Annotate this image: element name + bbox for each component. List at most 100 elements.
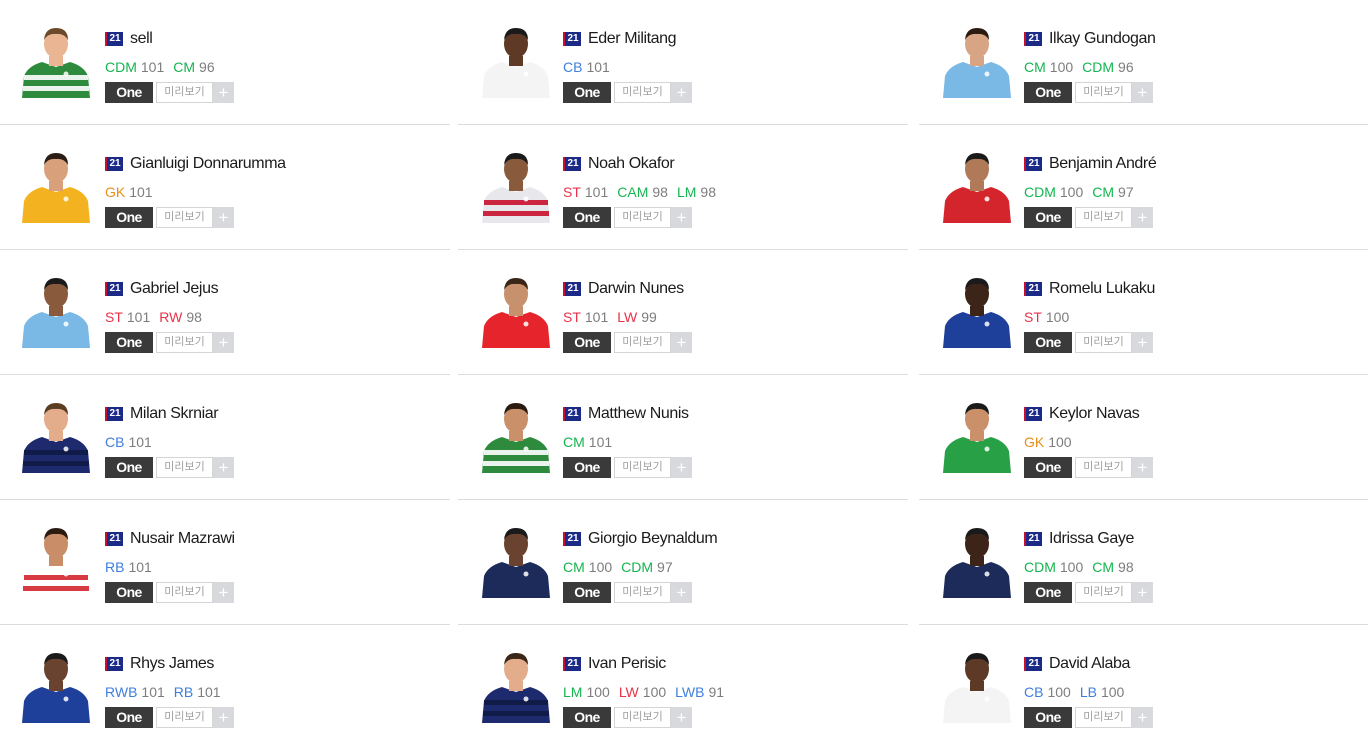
player-card: 21 Gabriel Jejus ST 101 RW 98 One 미리보기 + [0, 250, 450, 375]
preview-button[interactable]: 미리보기 [156, 582, 213, 603]
preview-button[interactable]: 미리보기 [156, 707, 213, 728]
add-button[interactable]: + [671, 82, 692, 103]
player-info: 21 Milan Skrniar CB 101 One 미리보기 + [105, 403, 234, 478]
one-button[interactable]: One [1024, 82, 1072, 103]
player-photo[interactable] [939, 20, 1015, 98]
player-name[interactable]: Rhys James [130, 655, 214, 673]
add-button[interactable]: + [1132, 332, 1153, 353]
player-name[interactable]: Gabriel Jejus [130, 280, 219, 298]
one-button[interactable]: One [105, 207, 153, 228]
player-info: 21 Eder Militang CB 101 One 미리보기 + [563, 28, 692, 103]
add-button[interactable]: + [671, 582, 692, 603]
player-name[interactable]: Idrissa Gaye [1049, 530, 1134, 548]
one-button[interactable]: One [563, 332, 611, 353]
one-button[interactable]: One [563, 207, 611, 228]
player-photo[interactable] [18, 20, 94, 98]
one-button[interactable]: One [105, 457, 153, 478]
preview-button[interactable]: 미리보기 [1075, 82, 1132, 103]
add-button[interactable]: + [1132, 207, 1153, 228]
player-photo[interactable] [18, 395, 94, 473]
add-button[interactable]: + [671, 707, 692, 728]
overall-rating: 100 [588, 559, 613, 575]
player-name[interactable]: Matthew Nunis [588, 405, 689, 423]
preview-button[interactable]: 미리보기 [614, 457, 671, 478]
add-button[interactable]: + [1132, 82, 1153, 103]
player-photo[interactable] [478, 395, 554, 473]
player-photo[interactable] [939, 145, 1015, 223]
preview-button[interactable]: 미리보기 [156, 457, 213, 478]
preview-button[interactable]: 미리보기 [1075, 707, 1132, 728]
preview-button[interactable]: 미리보기 [1075, 207, 1132, 228]
one-button[interactable]: One [563, 457, 611, 478]
player-silhouette-icon [482, 153, 550, 223]
player-name[interactable]: Noah Okafor [588, 155, 675, 173]
one-button[interactable]: One [105, 332, 153, 353]
add-button[interactable]: + [213, 707, 234, 728]
add-button[interactable]: + [213, 207, 234, 228]
player-name[interactable]: Milan Skrniar [130, 405, 219, 423]
player-name[interactable]: Ivan Perisic [588, 655, 666, 673]
one-button[interactable]: One [105, 82, 153, 103]
player-photo[interactable] [939, 395, 1015, 473]
player-name[interactable]: Benjamin André [1049, 155, 1157, 173]
one-button[interactable]: One [105, 582, 153, 603]
preview-button[interactable]: 미리보기 [1075, 582, 1132, 603]
add-button[interactable]: + [1132, 457, 1153, 478]
preview-button[interactable]: 미리보기 [156, 332, 213, 353]
preview-button[interactable]: 미리보기 [1075, 457, 1132, 478]
one-button[interactable]: One [1024, 207, 1072, 228]
player-photo[interactable] [939, 520, 1015, 598]
one-button[interactable]: One [1024, 332, 1072, 353]
player-name[interactable]: Ilkay Gundogan [1049, 30, 1156, 48]
one-button[interactable]: One [1024, 707, 1072, 728]
add-button[interactable]: + [671, 457, 692, 478]
one-button[interactable]: One [563, 82, 611, 103]
preview-button[interactable]: 미리보기 [1075, 332, 1132, 353]
preview-button[interactable]: 미리보기 [156, 207, 213, 228]
player-photo[interactable] [939, 645, 1015, 723]
position-rating: LWB 91 [675, 684, 724, 700]
preview-button[interactable]: 미리보기 [614, 707, 671, 728]
add-button[interactable]: + [213, 457, 234, 478]
player-silhouette-icon [22, 653, 90, 723]
player-photo[interactable] [478, 20, 554, 98]
player-photo[interactable] [18, 145, 94, 223]
add-button[interactable]: + [1132, 707, 1153, 728]
player-photo[interactable] [478, 645, 554, 723]
player-photo[interactable] [478, 270, 554, 348]
add-button[interactable]: + [671, 207, 692, 228]
one-button[interactable]: One [1024, 457, 1072, 478]
one-button[interactable]: One [105, 707, 153, 728]
player-photo[interactable] [478, 145, 554, 223]
add-button[interactable]: + [671, 332, 692, 353]
add-button[interactable]: + [1132, 582, 1153, 603]
player-photo[interactable] [478, 520, 554, 598]
preview-button[interactable]: 미리보기 [614, 332, 671, 353]
player-name[interactable]: Darwin Nunes [588, 280, 684, 298]
add-button[interactable]: + [213, 582, 234, 603]
add-button[interactable]: + [213, 332, 234, 353]
player-photo[interactable] [939, 270, 1015, 348]
player-name[interactable]: sell [130, 30, 153, 48]
player-name[interactable]: Eder Militang [588, 30, 677, 48]
one-button[interactable]: One [1024, 582, 1072, 603]
preview-button[interactable]: 미리보기 [614, 582, 671, 603]
player-name[interactable]: Nusair Mazrawi [130, 530, 235, 548]
player-photo[interactable] [18, 270, 94, 348]
player-name[interactable]: David Alaba [1049, 655, 1130, 673]
player-photo[interactable] [18, 645, 94, 723]
overall-rating: 99 [641, 309, 657, 325]
preview-button[interactable]: 미리보기 [614, 82, 671, 103]
player-name[interactable]: Romelu Lukaku [1049, 280, 1155, 298]
preview-button[interactable]: 미리보기 [614, 207, 671, 228]
player-name[interactable]: Keylor Navas [1049, 405, 1140, 423]
one-button[interactable]: One [563, 707, 611, 728]
player-photo[interactable] [18, 520, 94, 598]
player-name[interactable]: Giorgio Beynaldum [588, 530, 718, 548]
preview-button[interactable]: 미리보기 [156, 82, 213, 103]
player-name[interactable]: Gianluigi Donnarumma [130, 155, 286, 173]
player-actions: One 미리보기 + [105, 582, 235, 603]
position-list: RB 101 [105, 557, 235, 577]
one-button[interactable]: One [563, 582, 611, 603]
add-button[interactable]: + [213, 82, 234, 103]
